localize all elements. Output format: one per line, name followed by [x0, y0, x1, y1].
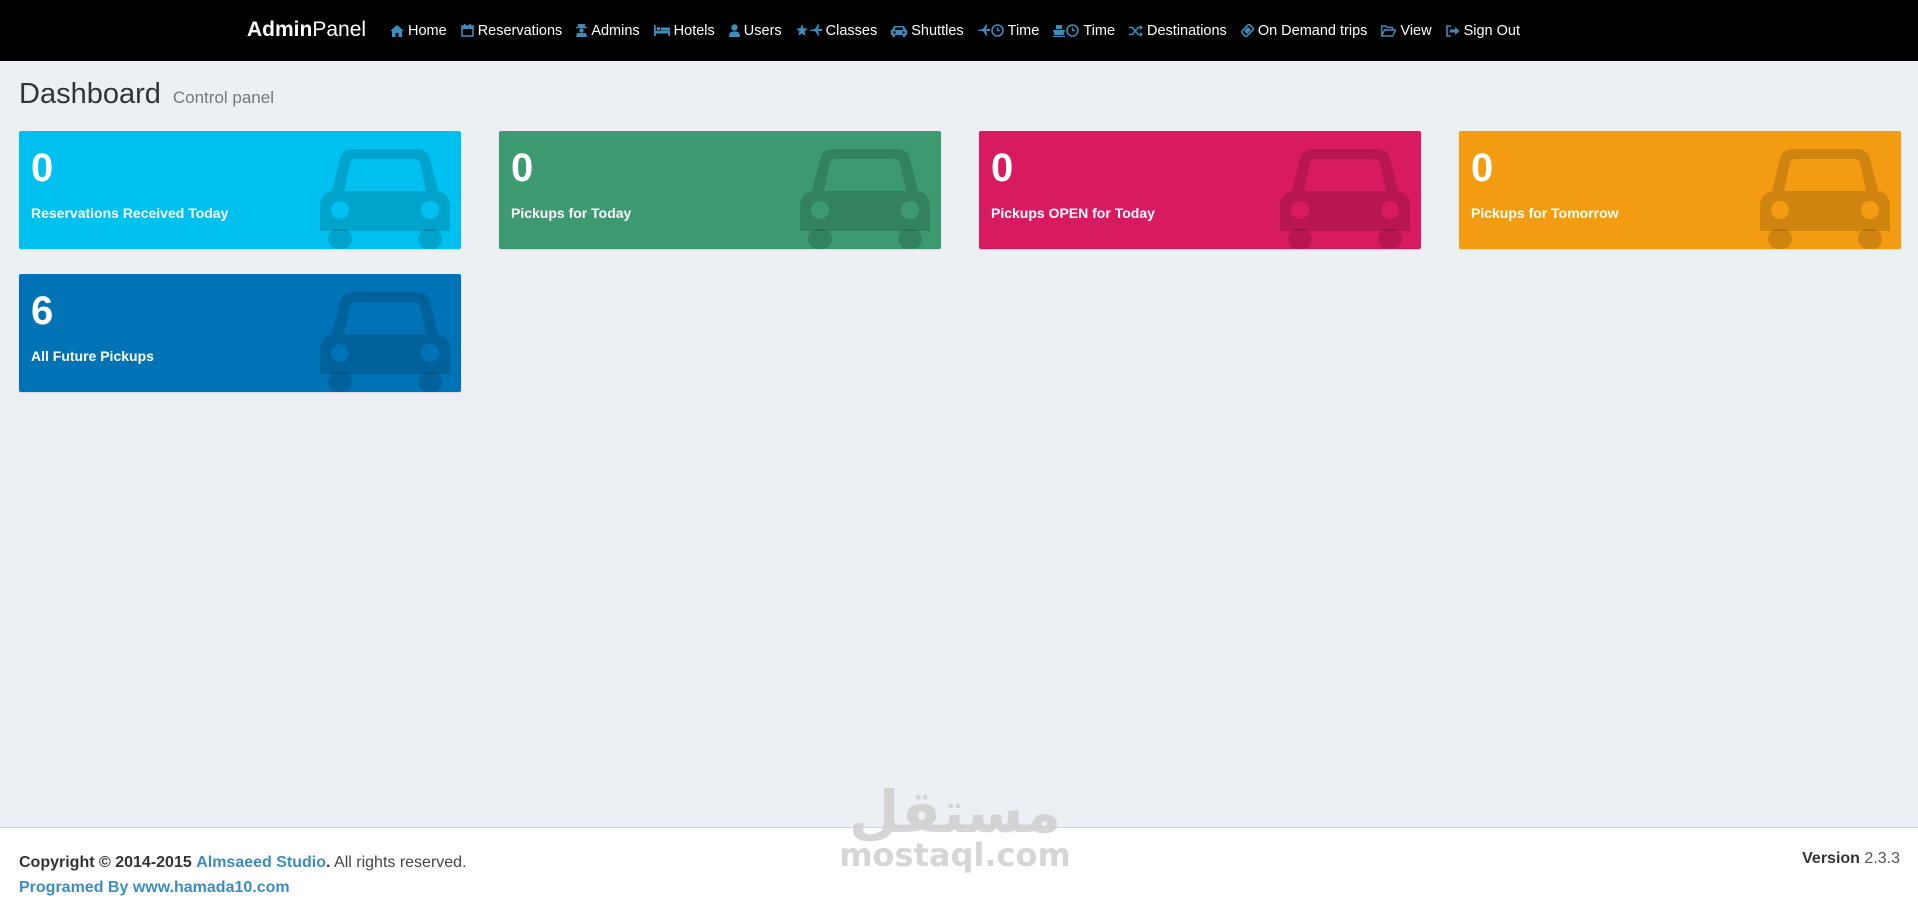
- nav-on-demand-trips[interactable]: On Demand trips: [1240, 22, 1368, 39]
- user-secret-icon: [576, 24, 588, 37]
- nav-classes[interactable]: Classes: [795, 22, 878, 39]
- stat-value: 0: [31, 146, 54, 190]
- brand-bold: Admin: [247, 18, 313, 41]
- stat-box-inner: 6 All Future Pickups: [31, 286, 154, 364]
- nav-home[interactable]: Home: [390, 23, 447, 39]
- nav-time-ships[interactable]: Time: [1053, 23, 1115, 39]
- plane-clock-icon: [977, 24, 1004, 37]
- nav-time-flights[interactable]: Time: [977, 22, 1040, 39]
- stat-box-inner: 0 Pickups for Today: [511, 143, 631, 221]
- stat-value: 6: [31, 289, 54, 333]
- nav-label: Home: [408, 22, 447, 39]
- stat-label: Reservations Received Today: [31, 205, 229, 221]
- nav-shuttles[interactable]: Shuttles: [891, 22, 964, 39]
- stat-box-all-future-pickups[interactable]: 6 All Future Pickups: [19, 274, 461, 392]
- random-icon: [1129, 24, 1144, 37]
- home-icon: [390, 24, 404, 37]
- stat-label: Pickups for Today: [511, 205, 632, 221]
- sign-out-icon: [1445, 24, 1460, 37]
- footer-version: Version 2.3.3: [1802, 850, 1900, 868]
- nav-label: Shuttles: [911, 22, 964, 39]
- programmer-link[interactable]: Programed By www.hamada10.com: [19, 879, 290, 896]
- stat-box-pickups-open-today[interactable]: 0 Pickups OPEN for Today: [979, 131, 1421, 249]
- page-subtitle: Control panel: [172, 88, 274, 107]
- nav-label: Reservations: [477, 22, 563, 39]
- stat-value: 0: [991, 146, 1014, 190]
- stat-label: Pickups for Tomorrow: [1471, 205, 1619, 221]
- nav-label: Classes: [825, 22, 878, 39]
- nav-label: On Demand trips: [1257, 22, 1368, 39]
- ship-clock-icon: [1053, 24, 1080, 37]
- main-nav: Home Reservations Admins Hotels Users Cl…: [390, 0, 1534, 61]
- nav-admins[interactable]: Admins: [576, 22, 640, 39]
- nav-label: Time: [1083, 22, 1116, 39]
- calendar-icon: [460, 24, 474, 37]
- car-icon: [891, 25, 908, 37]
- nav-view[interactable]: View: [1381, 22, 1432, 39]
- stat-box-pickups-tomorrow[interactable]: 0 Pickups for Tomorrow: [1459, 131, 1901, 249]
- watermark-latin: mostaql.com: [839, 836, 1071, 874]
- stat-label: All Future Pickups: [31, 348, 154, 364]
- nav-label: Admins: [591, 22, 640, 39]
- footer-left: Copyright © 2014-2015 Almsaeed Studio. A…: [19, 850, 467, 900]
- stat-box-pickups-today[interactable]: 0 Pickups for Today: [499, 131, 941, 249]
- version-value: 2.3.3: [1864, 850, 1900, 867]
- copyright-period: .: [326, 854, 331, 871]
- nav-destinations[interactable]: Destinations: [1129, 23, 1227, 39]
- rights-text: All rights reserved.: [334, 854, 467, 871]
- nav-users[interactable]: Users: [728, 22, 782, 39]
- nav-hotels[interactable]: Hotels: [653, 22, 715, 39]
- programmer-line: Programed By www.hamada10.com: [19, 875, 467, 900]
- ticket-icon: [1240, 24, 1254, 37]
- car-icon: [1280, 149, 1410, 249]
- nav-label: Time: [1007, 22, 1040, 39]
- stat-value: 0: [1471, 146, 1494, 190]
- car-icon: [320, 292, 450, 392]
- nav-label: View: [1400, 22, 1432, 39]
- nav-label: Destinations: [1147, 22, 1227, 39]
- nav-label: Hotels: [673, 22, 715, 39]
- top-navbar: AdminPanel Home Reservations Admins Hote…: [0, 0, 1918, 61]
- stat-box-inner: 0 Reservations Received Today: [31, 143, 228, 221]
- car-icon: [320, 149, 450, 249]
- bed-icon: [653, 25, 670, 36]
- version-label: Version: [1802, 850, 1860, 867]
- nav-sign-out[interactable]: Sign Out: [1445, 22, 1521, 39]
- copyright-line: Copyright © 2014-2015 Almsaeed Studio. A…: [19, 850, 467, 875]
- car-icon: [800, 149, 930, 249]
- nav-label: Users: [743, 22, 782, 39]
- nav-label: Sign Out: [1463, 22, 1521, 39]
- stat-box-reservations-today[interactable]: 0 Reservations Received Today: [19, 131, 461, 249]
- brand-logo[interactable]: AdminPanel: [247, 17, 366, 43]
- watermark-arabic: مستقل: [848, 778, 1062, 846]
- folder-open-icon: [1381, 24, 1397, 37]
- content-header: Dashboard Control panel: [19, 78, 274, 111]
- brand-regular: Panel: [312, 18, 367, 41]
- mostaql-watermark: مستقل mostaql.com: [830, 780, 1080, 900]
- stat-label: Pickups OPEN for Today: [991, 205, 1155, 221]
- stat-box-inner: 0 Pickups for Tomorrow: [1471, 143, 1619, 221]
- copyright-text: Copyright © 2014-2015: [19, 854, 192, 871]
- stat-box-inner: 0 Pickups OPEN for Today: [991, 143, 1155, 221]
- studio-link[interactable]: Almsaeed Studio: [196, 854, 326, 871]
- page-title: Dashboard: [19, 78, 161, 110]
- star-plane-icon: [795, 24, 822, 37]
- user-icon: [728, 24, 740, 37]
- car-icon: [1760, 149, 1890, 249]
- nav-reservations[interactable]: Reservations: [460, 22, 563, 39]
- stat-value: 0: [511, 146, 534, 190]
